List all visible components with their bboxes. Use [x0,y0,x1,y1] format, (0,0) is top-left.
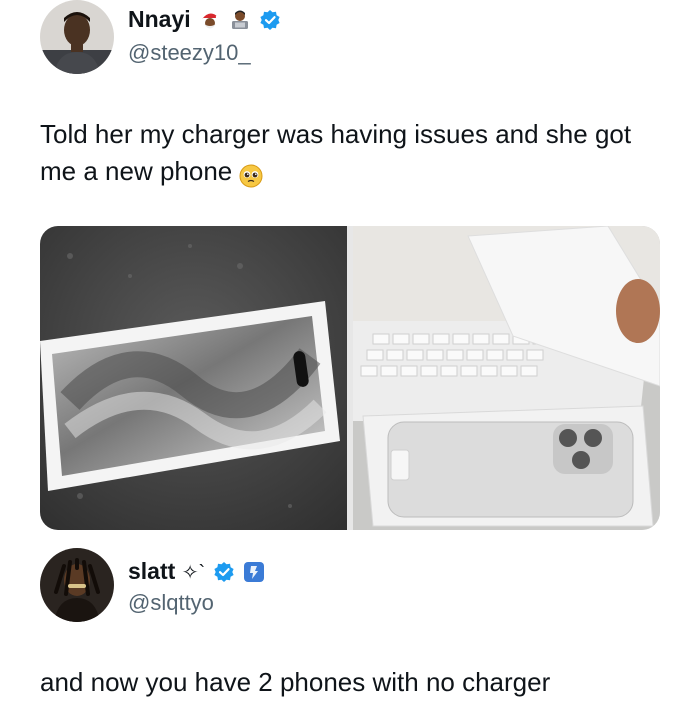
avatar-nnayi[interactable] [40,0,114,74]
blue-square-emoji-icon [243,561,265,583]
avatar-slatt[interactable] [40,548,114,622]
display-name-2[interactable]: slatt ✧` [128,558,205,585]
name-sparkle-symbols: ✧` [181,562,206,584]
tweet-text-content: Told her my charger was having issues an… [40,119,632,186]
tweet-2: slatt ✧` @slqttyo and now you have 2 pho… [0,548,700,715]
tweet-text: Told her my charger was having issues an… [40,116,660,190]
verified-badge-icon [213,561,235,583]
handle-2[interactable]: @slqttyo [128,590,214,616]
author-row: Nnayi [128,6,281,33]
display-name-text: slatt [128,558,176,584]
phone-box-photo[interactable] [40,226,347,530]
white-phone-unboxing-photo[interactable] [342,226,660,530]
tweet-1: Nnayi @steezy10_ Told her my charger was… [0,0,700,540]
author-row-2: slatt ✧` [128,558,265,585]
tweet-text-2: and now you have 2 phones with no charge… [40,667,551,697]
santa-emoji-icon [199,9,221,31]
display-name[interactable]: Nnayi [128,6,191,33]
pleading-face-emoji-icon [239,161,263,188]
technologist-emoji-icon [229,9,251,31]
handle[interactable]: @steezy10_ [128,40,251,66]
tweet-media-grid [40,226,660,530]
verified-badge-icon [259,9,281,31]
